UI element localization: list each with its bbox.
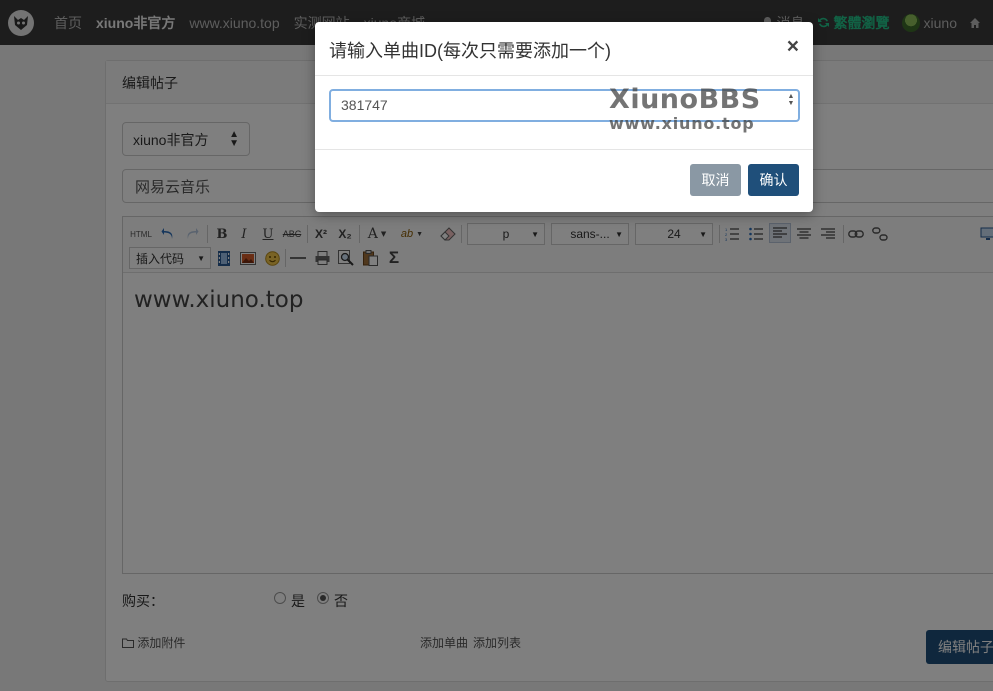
- spinner-icon[interactable]: ▲ ▼: [785, 93, 797, 107]
- modal-body: 381747 ▲ ▼ XiunoBBS www.xiuno.top: [315, 76, 813, 150]
- modal-header: 请输入单曲ID(每次只需要添加一个) ×: [315, 22, 813, 76]
- confirm-button[interactable]: 确认: [748, 164, 799, 196]
- song-id-modal: 请输入单曲ID(每次只需要添加一个) × 381747 ▲ ▼ XiunoBBS …: [315, 22, 813, 212]
- close-icon[interactable]: ×: [787, 35, 799, 59]
- xiunobbs-watermark: XiunoBBS www.xiuno.top: [609, 86, 761, 132]
- cancel-button[interactable]: 取消: [690, 164, 741, 196]
- modal-title: 请输入单曲ID(每次只需要添加一个): [329, 41, 611, 61]
- watermark-brand: XiunoBBS: [609, 84, 761, 115]
- watermark-url: www.xiuno.top: [609, 114, 755, 133]
